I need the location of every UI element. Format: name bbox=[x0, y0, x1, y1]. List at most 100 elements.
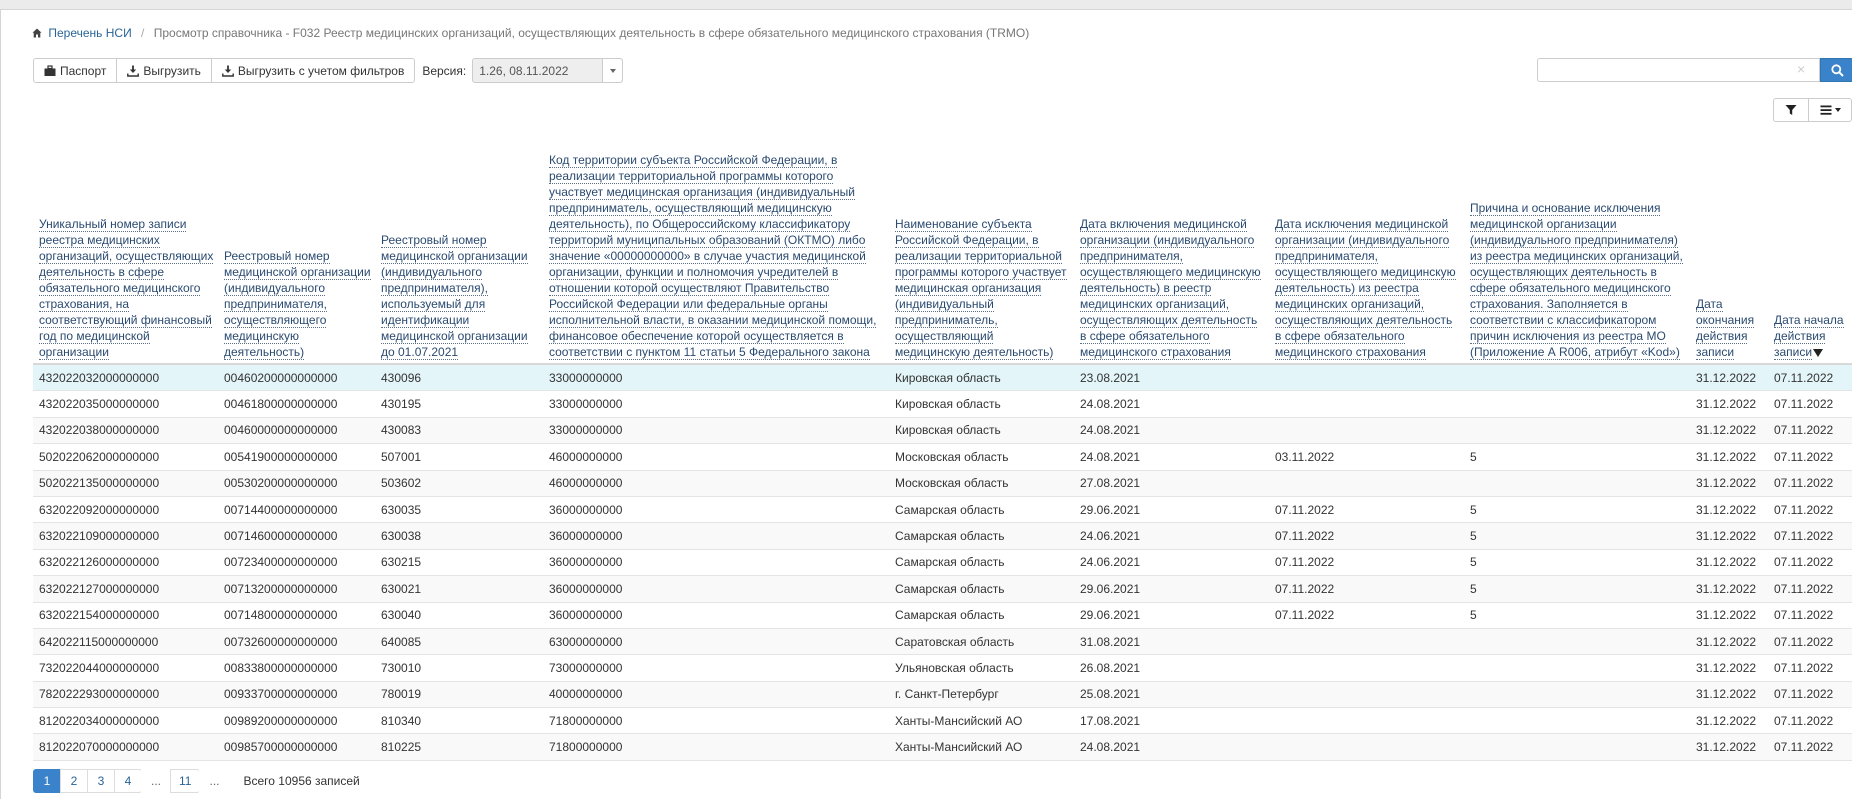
passport-button[interactable]: Паспорт bbox=[33, 58, 118, 83]
pagination-page-2[interactable]: 2 bbox=[60, 769, 88, 793]
export-filtered-button[interactable]: Выгрузить с учетом фильтров bbox=[210, 58, 416, 83]
table-cell: 31.12.2022 bbox=[1690, 443, 1768, 471]
table-row[interactable]: 812022034000000000 00989200000000000 81034… bbox=[33, 707, 1852, 735]
table-cell: 33000000000 bbox=[543, 417, 889, 445]
table-cell: 07.11.2022 bbox=[1768, 522, 1852, 550]
pagination-page-1[interactable]: 1 bbox=[33, 769, 61, 793]
table-cell: 00723400000000000 bbox=[218, 549, 375, 577]
table-cell: 502022135000000000 bbox=[33, 470, 218, 497]
table-row[interactable]: 432022035000000000 00461800000000000 43019… bbox=[33, 390, 1852, 418]
table-cell: 31.12.2022 bbox=[1690, 390, 1768, 418]
download-icon bbox=[221, 65, 234, 77]
chevron-down-icon bbox=[609, 68, 616, 73]
table-row[interactable]: 502022062000000000 00541900000000000 50700… bbox=[33, 443, 1852, 471]
table-cell: 630035 bbox=[375, 496, 543, 524]
column-header-exclusion-reason[interactable]: Причина и основание исключения медицинск… bbox=[1464, 110, 1690, 365]
table-cell: 07.11.2022 bbox=[1768, 681, 1852, 709]
table-cell bbox=[1269, 364, 1464, 392]
table-cell: 00714800000000000 bbox=[218, 602, 375, 629]
table-cell: 31.12.2022 bbox=[1690, 575, 1768, 603]
table-cell: 36000000000 bbox=[543, 549, 889, 577]
table-cell: 5 bbox=[1464, 522, 1690, 550]
sort-desc-icon bbox=[1813, 349, 1824, 357]
table-cell: 630021 bbox=[375, 575, 543, 603]
column-header-region-name[interactable]: Наименование субъекта Российской Федерац… bbox=[889, 110, 1074, 365]
pagination-page-3[interactable]: 3 bbox=[87, 769, 115, 793]
table-row[interactable]: 642022115000000000 00732600000000000 64008… bbox=[33, 628, 1852, 656]
table-cell: Ханты-Мансийский АО bbox=[889, 707, 1074, 735]
version-select[interactable]: 1.26, 08.11.2022 bbox=[472, 58, 624, 83]
download-icon bbox=[127, 65, 140, 77]
table-cell: 430195 bbox=[375, 390, 543, 418]
table-row[interactable]: 432022038000000000 00460000000000000 43008… bbox=[33, 417, 1852, 445]
search-input[interactable] bbox=[1537, 58, 1820, 82]
table-cell: 07.11.2022 bbox=[1768, 733, 1852, 761]
table-cell: 31.12.2022 bbox=[1690, 496, 1768, 524]
table-cell: 31.12.2022 bbox=[1690, 522, 1768, 550]
table-cell bbox=[1269, 628, 1464, 656]
table-cell: 07.11.2022 bbox=[1768, 496, 1852, 524]
table-cell: 00714400000000000 bbox=[218, 496, 375, 524]
table-cell: 31.12.2022 bbox=[1690, 417, 1768, 445]
table-cell: Московская область bbox=[889, 443, 1074, 471]
table-row[interactable]: 432022032000000000 00460200000000000 43009… bbox=[33, 364, 1852, 392]
table-cell: 812022070000000000 bbox=[33, 733, 218, 761]
table-cell: г. Санкт-Петербург bbox=[889, 681, 1074, 709]
table-cell: 31.12.2022 bbox=[1690, 733, 1768, 761]
table-cell: 00460200000000000 bbox=[218, 364, 375, 392]
table-row[interactable]: 502022135000000000 00530200000000000 50360… bbox=[33, 470, 1852, 497]
table-cell: 630040 bbox=[375, 602, 543, 629]
table-cell: 07.11.2022 bbox=[1768, 443, 1852, 471]
version-select-toggle[interactable] bbox=[602, 59, 623, 82]
table-cell: Самарская область bbox=[889, 496, 1074, 524]
passport-button-label: Паспорт bbox=[60, 63, 107, 78]
column-header-unique-number[interactable]: Уникальный номер записи реестра медицинс… bbox=[33, 110, 218, 365]
table-cell bbox=[1464, 654, 1690, 682]
table-row[interactable]: 632022092000000000 00714400000000000 63003… bbox=[33, 496, 1852, 524]
table-cell: 24.08.2021 bbox=[1074, 733, 1269, 761]
table-cell: 00541900000000000 bbox=[218, 443, 375, 471]
table-cell: 36000000000 bbox=[543, 522, 889, 550]
column-header-territory-code[interactable]: Код территории субъекта Российской Федер… bbox=[543, 110, 889, 365]
table-cell: 24.06.2021 bbox=[1074, 522, 1269, 550]
table-cell: 73000000000 bbox=[543, 654, 889, 682]
table-row[interactable]: 632022127000000000 00713200000000000 63002… bbox=[33, 575, 1852, 603]
table-cell: 36000000000 bbox=[543, 496, 889, 524]
table-row[interactable]: 732022044000000000 00833800000000000 73001… bbox=[33, 654, 1852, 682]
table-cell: 07.11.2022 bbox=[1768, 390, 1852, 418]
table-cell: 07.11.2022 bbox=[1768, 602, 1852, 629]
table-cell: 732022044000000000 bbox=[33, 654, 218, 682]
pagination-page-4[interactable]: 4 bbox=[114, 769, 142, 793]
table-cell: 46000000000 bbox=[543, 470, 889, 497]
search-button[interactable] bbox=[1820, 58, 1852, 82]
table-cell bbox=[1464, 364, 1690, 392]
table-row[interactable]: 812022070000000000 00985700000000000 81022… bbox=[33, 733, 1852, 761]
table-row[interactable]: 782022293000000000 00933700000000000 78001… bbox=[33, 681, 1852, 709]
table-cell: 632022127000000000 bbox=[33, 575, 218, 603]
close-icon[interactable]: × bbox=[1797, 62, 1805, 76]
table-row[interactable]: 632022126000000000 00723400000000000 63021… bbox=[33, 549, 1852, 577]
column-header-exclusion-date[interactable]: Дата исключения медицинской организации … bbox=[1269, 110, 1464, 365]
pagination-page-11[interactable]: 11 bbox=[170, 769, 201, 793]
table-row[interactable]: 632022154000000000 00714800000000000 63004… bbox=[33, 602, 1852, 629]
column-header-old-registry-number[interactable]: Реестровый номер медицинской организации… bbox=[375, 110, 543, 365]
column-header-inclusion-date[interactable]: Дата включения медицинской организации (… bbox=[1074, 110, 1269, 365]
column-header-end-date[interactable]: Дата окончания действия записи bbox=[1690, 110, 1768, 365]
export-button-label: Выгрузить bbox=[143, 63, 201, 78]
table-cell: 5 bbox=[1464, 602, 1690, 629]
table-cell: 810340 bbox=[375, 707, 543, 735]
export-button[interactable]: Выгрузить bbox=[116, 58, 212, 83]
table-row[interactable]: 632022109000000000 00714600000000000 63003… bbox=[33, 522, 1852, 550]
column-header-start-date[interactable]: Дата начала действия записи bbox=[1768, 110, 1852, 365]
search-group: × bbox=[1537, 58, 1852, 82]
table-cell bbox=[1464, 390, 1690, 418]
table-cell: Самарская область bbox=[889, 522, 1074, 550]
table-cell: 00732600000000000 bbox=[218, 628, 375, 656]
table-cell: 632022126000000000 bbox=[33, 549, 218, 577]
table-cell bbox=[1464, 707, 1690, 735]
table-cell bbox=[1269, 681, 1464, 709]
table-cell: 00713200000000000 bbox=[218, 575, 375, 603]
column-header-registry-number[interactable]: Реестровый номер медицинской организации… bbox=[218, 110, 375, 365]
total-records-label: Всего 10956 записей bbox=[243, 774, 360, 788]
breadcrumb-home-link[interactable]: Перечень НСИ bbox=[48, 26, 131, 40]
